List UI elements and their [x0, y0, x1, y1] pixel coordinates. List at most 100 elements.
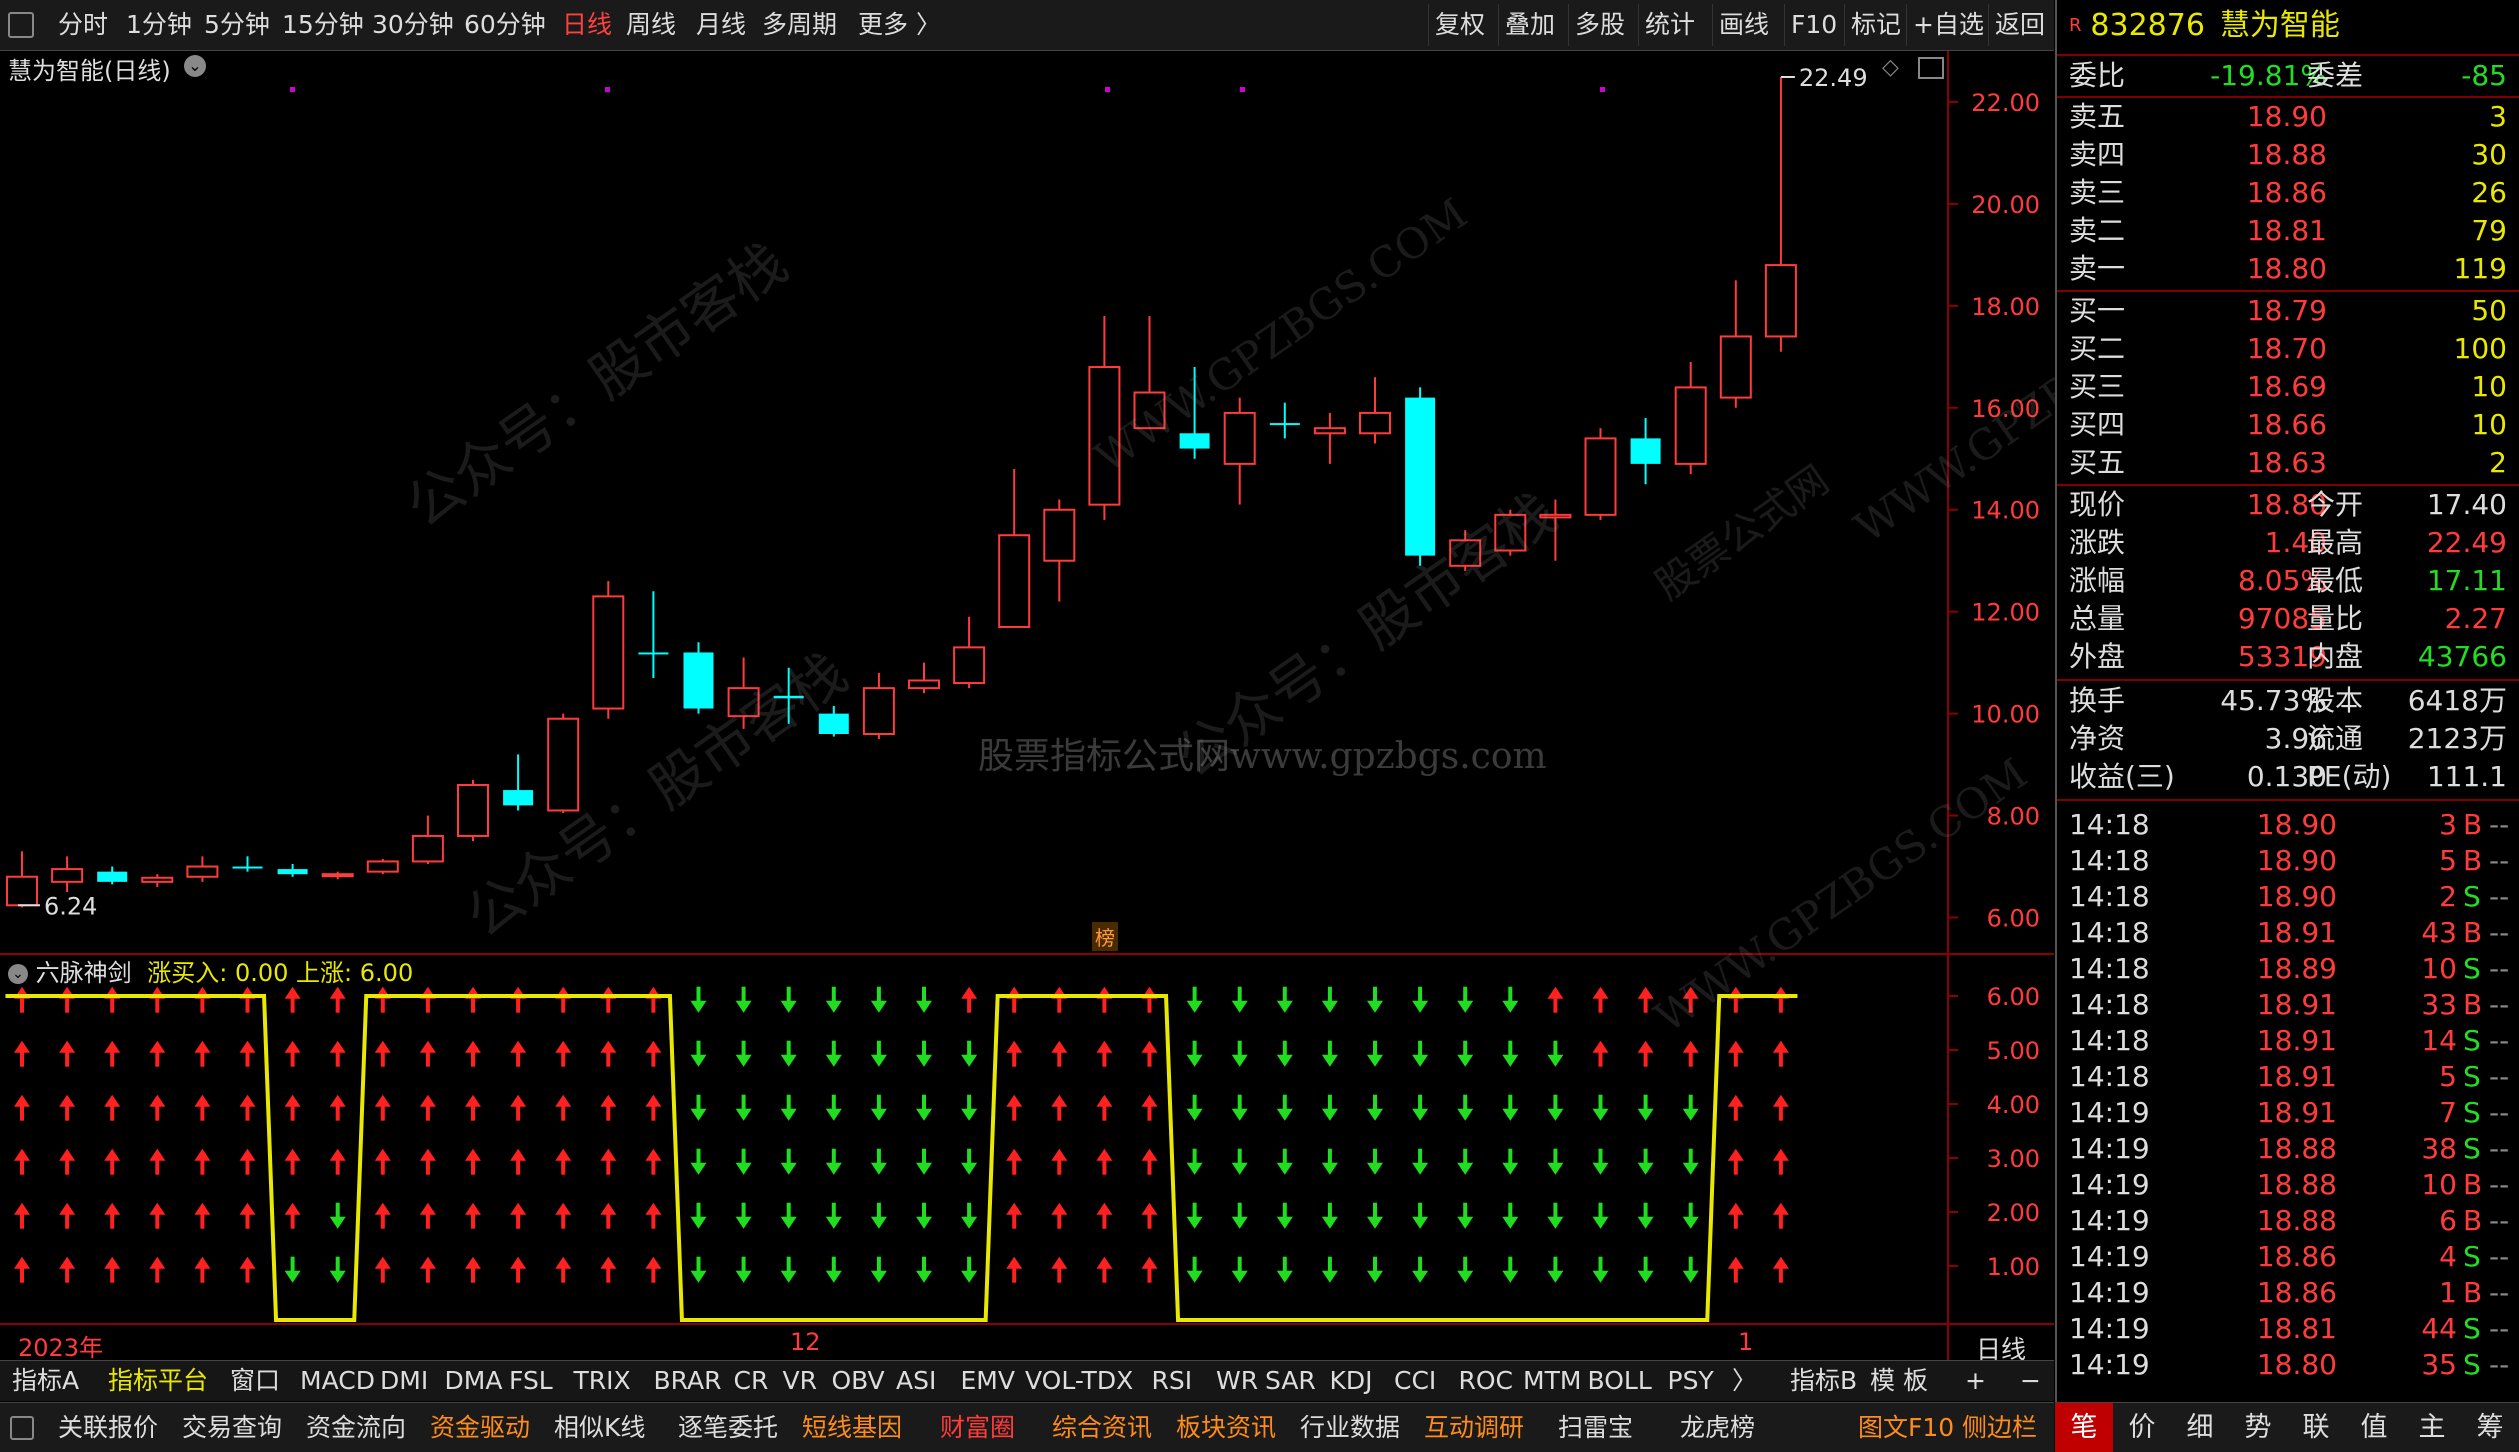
indicator-tab[interactable]: DMA: [445, 1361, 503, 1401]
function-tab[interactable]: 财富圈: [940, 1403, 1015, 1452]
indicator-tab[interactable]: DMI: [380, 1361, 428, 1401]
function-tab[interactable]: 侧边栏: [1962, 1403, 2037, 1452]
indicator-tab[interactable]: RSI: [1152, 1361, 1193, 1401]
toolbar-button[interactable]: 叠加: [1498, 4, 1561, 46]
orderbook-price[interactable]: 18.90: [2207, 99, 2327, 135]
down-arrow-head: [780, 1162, 797, 1175]
indicator-right-button[interactable]: 指标B: [1790, 1361, 1857, 1401]
indicator-right-button[interactable]: 模 板: [1870, 1361, 1928, 1401]
orderbook-price[interactable]: 18.80: [2207, 251, 2327, 287]
indicator-tab[interactable]: MTM: [1523, 1361, 1581, 1401]
period-tab[interactable]: 日线: [556, 0, 618, 50]
period-tab[interactable]: 更多 〉: [852, 0, 947, 50]
indicator-tab[interactable]: 指标平台: [108, 1361, 208, 1401]
indicator-tab[interactable]: WR: [1216, 1361, 1258, 1401]
up-arrow-head: [14, 1040, 30, 1053]
function-tab[interactable]: 逐笔委托: [678, 1403, 778, 1452]
function-tab[interactable]: 资金驱动: [430, 1403, 530, 1452]
toolbar-button[interactable]: 返回: [1988, 4, 2051, 46]
function-tab[interactable]: 资金流向: [306, 1403, 406, 1452]
indicator-tab[interactable]: ASI: [896, 1361, 936, 1401]
detail-tab[interactable]: 值: [2345, 1403, 2403, 1452]
indicator-tab[interactable]: BRAR: [654, 1361, 722, 1401]
period-tab[interactable]: 30分钟: [366, 0, 460, 50]
indicator-tab[interactable]: ROC: [1459, 1361, 1514, 1401]
orderbook-price[interactable]: 18.66: [2207, 407, 2327, 443]
indicator-tab[interactable]: VOL-TDX: [1025, 1361, 1133, 1401]
window-icon[interactable]: [1918, 57, 1944, 79]
toolbar-button[interactable]: 复权: [1428, 4, 1491, 46]
function-tab[interactable]: 交易查询: [182, 1403, 282, 1452]
diamond-icon[interactable]: ◇: [1882, 55, 1899, 80]
detail-tab[interactable]: 联: [2287, 1403, 2345, 1452]
detail-tab[interactable]: 主: [2403, 1403, 2461, 1452]
orderbook-price[interactable]: 18.63: [2207, 445, 2327, 481]
function-tab[interactable]: 行业数据: [1300, 1403, 1400, 1452]
period-tab[interactable]: 分时: [52, 0, 114, 50]
toolbar-button[interactable]: 标记: [1844, 4, 1907, 46]
stat-value: 53319: [2237, 640, 2327, 673]
toolbar-button[interactable]: +自选: [1906, 4, 1990, 46]
menu-icon[interactable]: [10, 1416, 34, 1440]
indicator-tab[interactable]: KDJ: [1330, 1361, 1373, 1401]
indicator-tab[interactable]: 指标A: [12, 1361, 79, 1401]
indicator-tab[interactable]: MACD: [300, 1361, 375, 1401]
detail-tab[interactable]: 势: [2229, 1403, 2287, 1452]
period-tab[interactable]: 15分钟: [276, 0, 370, 50]
period-tab[interactable]: 5分钟: [198, 0, 276, 50]
orderbook-price[interactable]: 18.79: [2207, 293, 2327, 329]
up-arrow-head: [600, 1040, 617, 1053]
bang-badge[interactable]: 榜: [1092, 922, 1118, 951]
indicator-right-button[interactable]: −: [2020, 1361, 2041, 1401]
period-tab[interactable]: 1分钟: [120, 0, 198, 50]
toolbar-button[interactable]: 画线: [1712, 4, 1775, 46]
detail-tab[interactable]: 笔: [2055, 1403, 2113, 1452]
toolbar-button[interactable]: 多股: [1568, 4, 1631, 46]
function-tab[interactable]: 图文F10: [1858, 1403, 1954, 1452]
indicator-tab[interactable]: BOLL: [1588, 1361, 1652, 1401]
function-tab[interactable]: 板块资讯: [1176, 1403, 1276, 1452]
orderbook-price[interactable]: 18.86: [2207, 175, 2327, 211]
function-tab[interactable]: 扫雷宝: [1558, 1403, 1633, 1452]
orderbook-price[interactable]: 18.69: [2207, 369, 2327, 405]
indicator-tab[interactable]: EMV: [961, 1361, 1015, 1401]
function-tab[interactable]: 综合资讯: [1052, 1403, 1152, 1452]
indicator-tab[interactable]: CCI: [1394, 1361, 1436, 1401]
tick-dash: --: [2489, 916, 2510, 949]
chevron-down-icon[interactable]: ⌄: [184, 55, 206, 77]
detail-tab[interactable]: 筹: [2461, 1403, 2519, 1452]
tick-price: 18.90: [2256, 880, 2337, 913]
indicator-tab[interactable]: 窗口: [230, 1361, 280, 1401]
period-tab[interactable]: 多周期: [756, 0, 843, 50]
indicator-tab[interactable]: SAR: [1265, 1361, 1316, 1401]
kline-chart-area[interactable]: 22.00 20.00 18.00 16.00 14.00 12.00 10.00 8.00 6…: [0, 51, 2236, 1371]
function-tab[interactable]: 相似K线: [554, 1403, 645, 1452]
indicator-tab[interactable]: 〉: [1732, 1361, 1757, 1401]
detail-tab[interactable]: 价: [2113, 1403, 2171, 1452]
indicator-tab[interactable]: TRIX: [574, 1361, 631, 1401]
up-arrow-head: [465, 1040, 481, 1053]
orderbook-price[interactable]: 18.70: [2207, 331, 2327, 367]
indicator-tab[interactable]: VR: [783, 1361, 817, 1401]
period-tab[interactable]: 月线: [690, 0, 752, 50]
indicator-tab[interactable]: CR: [734, 1361, 769, 1401]
indicator-tab[interactable]: PSY: [1668, 1361, 1714, 1401]
toolbar-button[interactable]: F10: [1784, 4, 1843, 46]
toolbar-button[interactable]: 统计: [1638, 4, 1701, 46]
detail-tab[interactable]: 细: [2171, 1403, 2229, 1452]
period-tab[interactable]: 60分钟: [458, 0, 552, 50]
menu-icon[interactable]: [8, 12, 34, 38]
function-tab[interactable]: 短线基因: [802, 1403, 902, 1452]
function-tab[interactable]: 关联报价: [58, 1403, 158, 1452]
orderbook-price[interactable]: 18.88: [2207, 137, 2327, 173]
period-tab[interactable]: 周线: [620, 0, 682, 50]
orderbook-price[interactable]: 18.81: [2207, 213, 2327, 249]
function-tab[interactable]: 龙虎榜: [1680, 1403, 1755, 1452]
down-arrow-head: [1231, 1216, 1248, 1229]
indicator-tab[interactable]: FSL: [509, 1361, 553, 1401]
indicator-toggle-icon[interactable]: ⌄: [8, 964, 28, 984]
function-tab[interactable]: 互动调研: [1424, 1403, 1524, 1452]
indicator-tab[interactable]: OBV: [832, 1361, 885, 1401]
kline-svg[interactable]: 22.0020.0018.0016.0014.0012.0010.008.006…: [0, 51, 2054, 1360]
indicator-right-button[interactable]: +: [1965, 1361, 1986, 1401]
